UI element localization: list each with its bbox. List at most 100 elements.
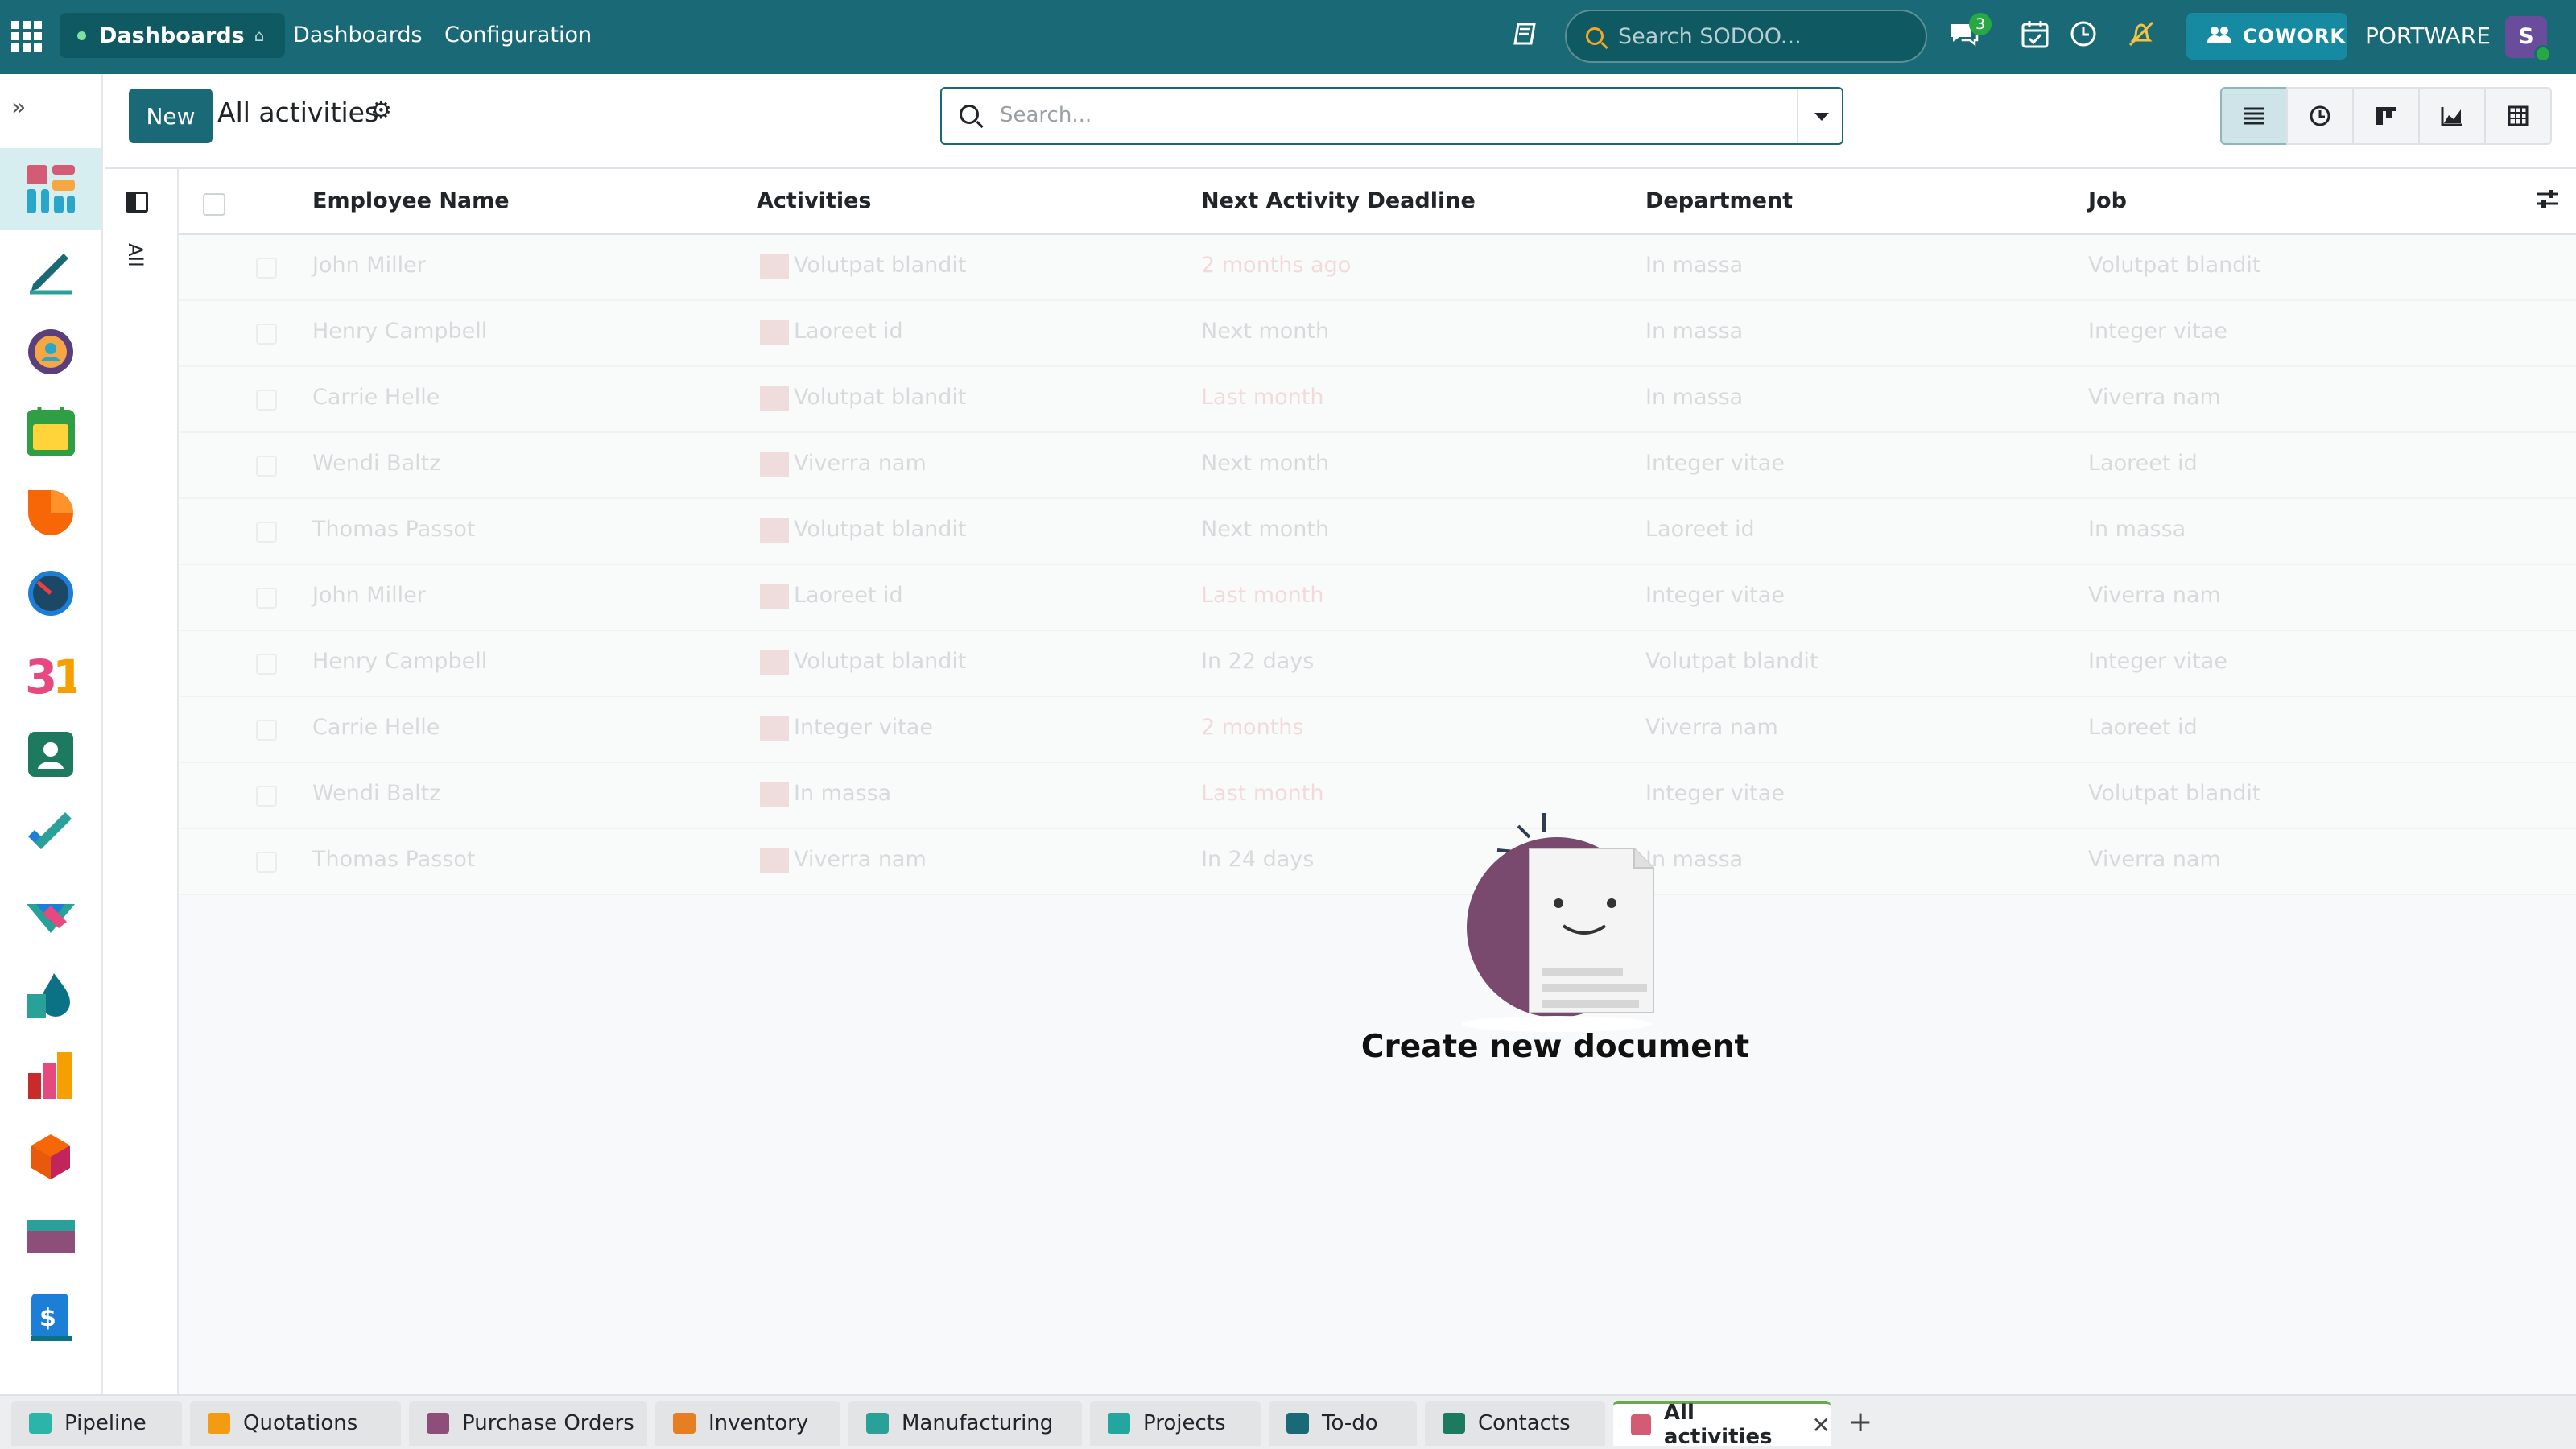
- select-all-checkbox[interactable]: [203, 193, 225, 216]
- cell-job: Integer vitae: [2088, 319, 2227, 344]
- activity-type-icon: [760, 848, 789, 873]
- graph-view-button[interactable]: [2418, 87, 2486, 145]
- table-row[interactable]: Thomas Passot Viverra nam In 24 days In mas…: [179, 829, 2576, 895]
- expand-sidebar-icon[interactable]: »: [11, 93, 26, 122]
- cell-deadline: Last month: [1201, 583, 1324, 608]
- svg-text:$: $: [39, 1304, 56, 1332]
- row-checkbox[interactable]: [256, 720, 277, 741]
- column-job[interactable]: Job: [2088, 188, 2127, 213]
- tab-purchase[interactable]: Purchase Orders: [409, 1401, 647, 1446]
- calendar-icon[interactable]: [2019, 18, 2051, 58]
- cell-activity[interactable]: Viverra nam: [760, 847, 927, 873]
- discuss-app-icon[interactable]: [21, 322, 80, 382]
- cell-activity[interactable]: Laoreet id: [760, 319, 903, 345]
- pipeline-icon: [29, 1413, 52, 1434]
- row-checkbox[interactable]: [256, 390, 277, 411]
- cowork-button[interactable]: COWORK: [2186, 13, 2347, 60]
- table-row[interactable]: Henry Campbell Volutpat blandit In 22 days…: [179, 631, 2576, 697]
- notifications-off-icon[interactable]: [2125, 18, 2157, 58]
- kanban-view-button[interactable]: [2352, 87, 2420, 145]
- control-panel: New All activities ⚙ Search...: [105, 74, 2576, 169]
- close-tab-icon[interactable]: ✕: [1812, 1412, 1831, 1439]
- table-row[interactable]: John Miller Laoreet id Last month Integer v…: [179, 565, 2576, 631]
- documentation-icon[interactable]: [1512, 19, 1541, 56]
- list-view-button[interactable]: [2220, 87, 2288, 145]
- table-row[interactable]: Wendi Baltz In massa Last month Integer vit…: [179, 763, 2576, 829]
- cell-activity[interactable]: Laoreet id: [760, 583, 903, 609]
- column-department[interactable]: Department: [1645, 188, 1793, 213]
- tab-projects[interactable]: Projects: [1090, 1401, 1261, 1446]
- employees-app-icon[interactable]: [21, 724, 80, 784]
- row-checkbox[interactable]: [256, 654, 277, 675]
- app-brand-button[interactable]: Dashboards ⌂: [60, 13, 286, 58]
- cell-activity[interactable]: In massa: [760, 781, 891, 807]
- row-checkbox[interactable]: [256, 324, 277, 345]
- menu-configuration[interactable]: Configuration: [444, 23, 592, 47]
- tab-inventory[interactable]: Inventory: [655, 1401, 840, 1446]
- table-row[interactable]: Thomas Passot Volutpat blandit Next month L…: [179, 499, 2576, 565]
- app-sidebar: » 31 $: [0, 74, 103, 1394]
- todo-app-icon[interactable]: [21, 242, 80, 301]
- row-checkbox[interactable]: [256, 588, 277, 609]
- dashboards-app-icon[interactable]: [21, 159, 80, 219]
- global-search-input[interactable]: Search SODOO...: [1565, 10, 1927, 63]
- pipeline-app-icon[interactable]: [21, 886, 80, 945]
- gear-icon[interactable]: ⚙: [370, 97, 392, 125]
- column-employee-name[interactable]: Employee Name: [312, 188, 510, 213]
- new-button[interactable]: New: [129, 89, 213, 143]
- row-checkbox[interactable]: [256, 522, 277, 543]
- cell-activity[interactable]: Volutpat blandit: [760, 385, 966, 411]
- calendar-app-icon[interactable]: [21, 402, 80, 462]
- cell-activity[interactable]: Volutpat blandit: [760, 253, 966, 279]
- search-input[interactable]: Search...: [940, 87, 1843, 145]
- row-checkbox[interactable]: [256, 456, 277, 477]
- table-row[interactable]: John Miller Volutpat blandit 2 months ago I…: [179, 235, 2576, 301]
- cell-activity[interactable]: Viverra nam: [760, 451, 927, 477]
- tab-todo[interactable]: To-do: [1269, 1401, 1417, 1446]
- crm-app-icon[interactable]: [21, 483, 80, 543]
- projects-app-icon[interactable]: [21, 805, 80, 865]
- user-avatar[interactable]: S: [2505, 16, 2552, 63]
- reporting-app-icon[interactable]: [21, 1046, 80, 1106]
- table-row[interactable]: Wendi Baltz Viverra nam Next month Integer …: [179, 433, 2576, 499]
- cell-job: Volutpat blandit: [2088, 781, 2261, 806]
- tab-manufacturing[interactable]: Manufacturing: [848, 1401, 1082, 1446]
- cell-activity[interactable]: Volutpat blandit: [760, 517, 966, 543]
- row-checkbox[interactable]: [256, 258, 277, 279]
- row-checkbox[interactable]: [256, 786, 277, 807]
- column-options-icon[interactable]: [2536, 188, 2560, 215]
- product-app-icon[interactable]: [21, 1127, 80, 1187]
- table-row[interactable]: Carrie Helle Integer vitae 2 months Viverra…: [179, 697, 2576, 763]
- menu-dashboards[interactable]: Dashboards: [293, 23, 423, 47]
- add-tab-icon[interactable]: +: [1848, 1406, 1872, 1439]
- cell-department: Laoreet id: [1645, 517, 1755, 542]
- messages-badge: 3: [1969, 13, 1992, 35]
- clock-icon[interactable]: [2067, 18, 2099, 58]
- tab-activities[interactable]: All activities ✕: [1613, 1401, 1831, 1449]
- row-checkbox[interactable]: [256, 852, 277, 873]
- column-next-deadline[interactable]: Next Activity Deadline: [1201, 188, 1476, 213]
- tab-contacts[interactable]: Contacts: [1425, 1401, 1605, 1446]
- table-row[interactable]: Carrie Helle Volutpat blandit Last month In…: [179, 367, 2576, 433]
- area-chart-icon: [2441, 107, 2462, 126]
- toggle-panel-icon[interactable]: [126, 192, 148, 213]
- pivot-view-button[interactable]: [2484, 87, 2552, 145]
- cell-job: Viverra nam: [2088, 583, 2221, 608]
- app-grid-icon[interactable]: [11, 21, 42, 52]
- company-switcher[interactable]: PORTWARE: [2365, 23, 2491, 49]
- tab-label: Pipeline: [64, 1411, 147, 1435]
- cell-activity[interactable]: Integer vitae: [760, 715, 933, 741]
- activity-view-button[interactable]: [2286, 87, 2354, 145]
- timesheets-app-icon[interactable]: [21, 564, 80, 623]
- tab-pipeline[interactable]: Pipeline: [11, 1401, 182, 1446]
- column-activities[interactable]: Activities: [757, 188, 871, 213]
- side-panel-label[interactable]: All: [124, 243, 147, 267]
- events-app-icon[interactable]: 31: [21, 644, 80, 704]
- cell-activity[interactable]: Volutpat blandit: [760, 649, 966, 675]
- purchase-app-icon[interactable]: [21, 1208, 80, 1267]
- inventory-drop-app-icon[interactable]: [21, 966, 80, 1026]
- tab-quotations[interactable]: Quotations: [190, 1401, 401, 1446]
- search-options-dropdown[interactable]: [1797, 89, 1842, 143]
- table-row[interactable]: Henry Campbell Laoreet id Next month In mas…: [179, 301, 2576, 367]
- invoicing-app-icon[interactable]: $: [21, 1288, 80, 1348]
